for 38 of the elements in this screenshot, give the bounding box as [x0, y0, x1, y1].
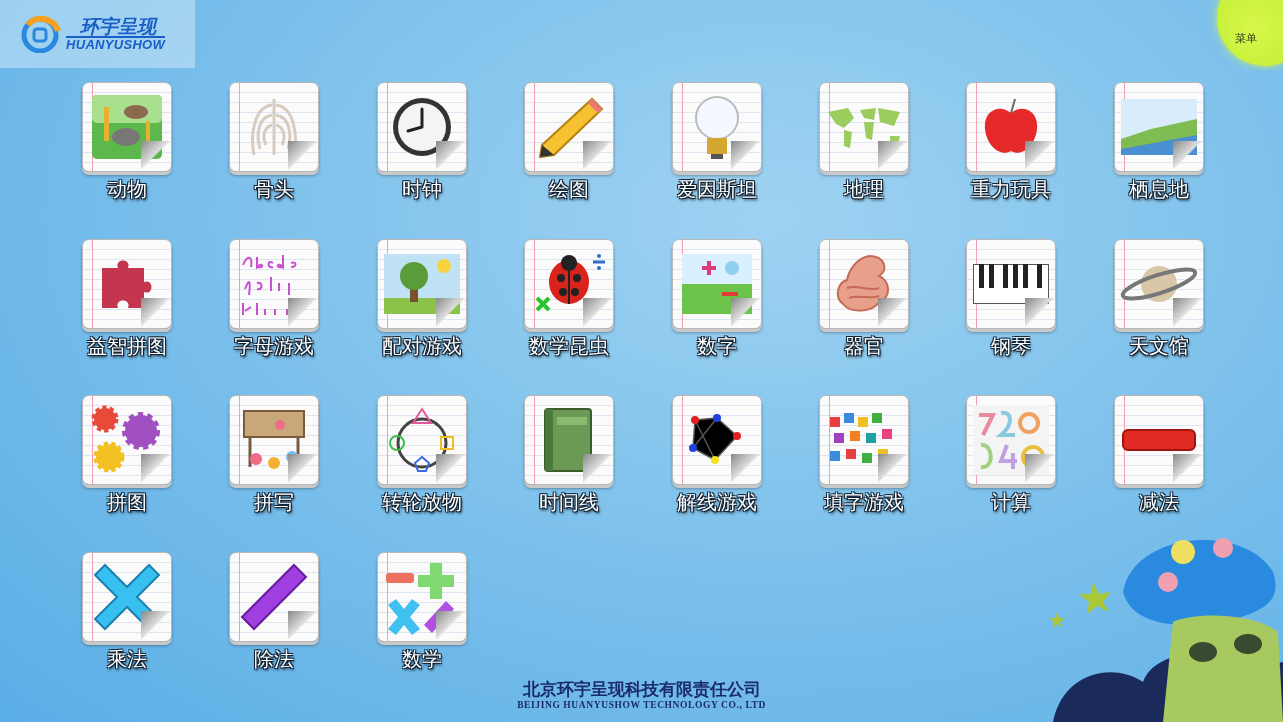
page-curl-icon	[141, 141, 171, 171]
page-curl-icon	[877, 454, 908, 484]
page-curl-icon	[1172, 454, 1203, 484]
page-curl-icon	[141, 297, 171, 328]
page-curl-icon	[1172, 141, 1203, 171]
page-curl-icon	[877, 297, 908, 328]
page-curl-icon	[288, 454, 319, 484]
page-curl-icon	[435, 454, 466, 484]
page-curl-icon	[583, 141, 614, 171]
logo-title: 环宇呈现	[66, 17, 166, 38]
page-curl-icon	[1172, 297, 1203, 328]
page-curl-icon	[435, 610, 466, 641]
shapes-wheel-icon	[386, 407, 457, 473]
numbers-picture	[681, 253, 752, 314]
page-curl-icon	[288, 610, 319, 641]
page-curl-icon	[730, 297, 761, 328]
logo-icon	[20, 15, 62, 53]
page-curl-icon	[288, 297, 319, 328]
page-curl-icon	[1025, 454, 1056, 484]
menu-button[interactable]: 菜单	[1217, 0, 1283, 66]
page-curl-icon	[1025, 141, 1056, 171]
page-curl-icon	[730, 141, 761, 171]
page-curl-icon	[583, 297, 614, 328]
page-curl-icon	[288, 141, 319, 171]
page-curl-icon	[1025, 297, 1056, 328]
page-curl-icon	[435, 297, 466, 328]
page-curl-icon	[877, 141, 908, 171]
minus-sign-icon	[1120, 428, 1197, 452]
page-curl-icon	[730, 454, 761, 484]
animals-picture	[92, 95, 162, 159]
page-curl-icon	[583, 454, 614, 484]
company-name: 北京环宇呈现科技有限责任公司	[522, 677, 761, 700]
company-name-english: BEIJING HUANYUSHOW TECHNOLOGY CO., LTD	[517, 699, 766, 710]
logo-subtitle: HUANYUSHOW	[66, 38, 166, 51]
page-curl-icon	[141, 454, 171, 484]
piano-keys-icon	[973, 263, 1050, 304]
page-curl-icon	[435, 141, 466, 171]
page-curl-icon	[141, 610, 171, 641]
